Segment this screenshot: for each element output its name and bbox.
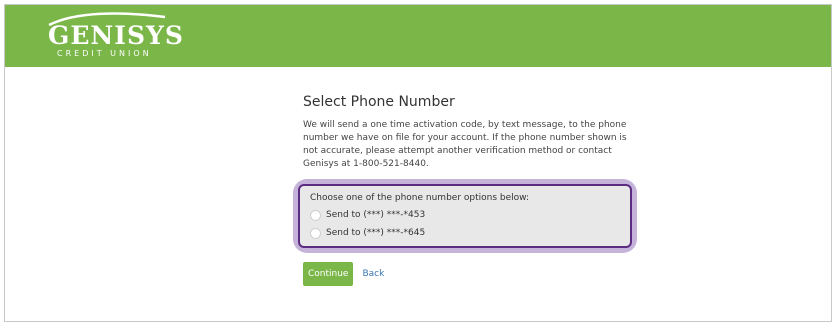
options-highlight: Choose one of the phone number options b…: [293, 179, 637, 253]
radio-button[interactable]: [310, 227, 321, 239]
genisys-logo[interactable]: GENISYS CREDIT UNION: [41, 9, 184, 65]
phone-options-box: Choose one of the phone number options b…: [298, 184, 632, 248]
radio-button[interactable]: [310, 209, 321, 221]
phone-option-label: Send to (***) ***-*453: [326, 210, 426, 220]
main-content: Select Phone Number We will send a one t…: [293, 93, 643, 286]
site-header: GENISYS CREDIT UNION: [5, 5, 831, 67]
back-link[interactable]: Back: [362, 269, 384, 279]
continue-button[interactable]: Continue: [303, 262, 354, 286]
logo-wordmark: GENISYS: [48, 21, 184, 50]
logo-subtitle: CREDIT UNION: [57, 49, 152, 58]
phone-option-label: Send to (***) ***-*645: [326, 228, 426, 238]
options-heading: Choose one of the phone number options b…: [310, 193, 530, 203]
description-text: We will send a one time activation code,…: [303, 120, 627, 169]
phone-option-453[interactable]: Send to (***) ***-*453: [310, 209, 620, 221]
page-title: Select Phone Number: [303, 94, 455, 110]
form-actions: Continue Back: [303, 262, 643, 286]
page-frame: GENISYS CREDIT UNION Select Phone Number…: [4, 4, 832, 322]
phone-option-645[interactable]: Send to (***) ***-*645: [310, 227, 620, 239]
